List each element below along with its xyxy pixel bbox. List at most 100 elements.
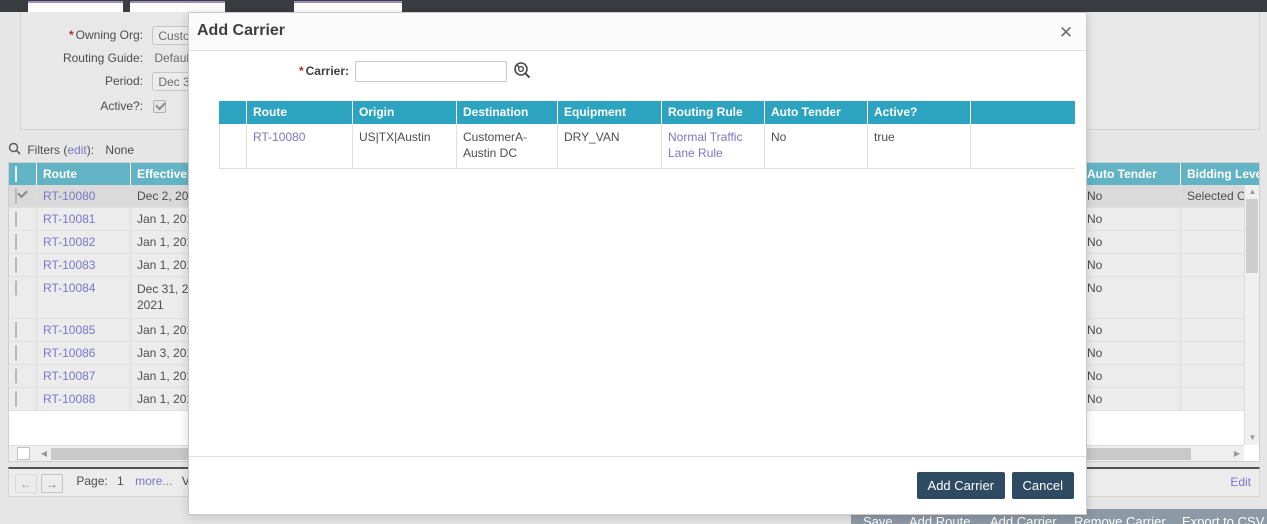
modal-row-route-cell[interactable]: RT-10080 [247, 124, 353, 169]
add-carrier-dialog: Add Carrier ✕ * Carrier: Route Origin De… [188, 12, 1087, 515]
grid-vertical-scroll-thumb[interactable] [1246, 199, 1258, 273]
filters-edit-link[interactable]: edit [67, 143, 86, 157]
grid-vertical-scrollbar[interactable]: ▲ ▼ [1244, 185, 1259, 445]
row-checkbox[interactable] [15, 211, 17, 227]
modal-header-destination[interactable]: Destination [457, 101, 558, 124]
route-link[interactable]: RT-10082 [43, 235, 95, 249]
required-star: * [298, 63, 304, 78]
arrow-left-icon[interactable]: ← [15, 474, 37, 493]
filters-value: None [105, 143, 135, 157]
grid-corner-box[interactable] [9, 445, 37, 461]
modal-header-equipment[interactable]: Equipment [558, 101, 662, 124]
row-route-cell[interactable]: RT-10088 [37, 388, 131, 410]
row-route-cell[interactable]: RT-10080 [37, 185, 131, 207]
carrier-input[interactable] [355, 61, 507, 82]
modal-row-spacer-cell [971, 124, 1075, 169]
routing-rule-link[interactable]: Normal Traffic Lane Rule [668, 130, 742, 160]
row-select-cell[interactable] [9, 185, 37, 207]
route-link[interactable]: RT-10083 [43, 258, 95, 272]
dialog-add-carrier-button[interactable]: Add Carrier [916, 472, 1005, 499]
required-star: * [68, 28, 74, 42]
dialog-header: Add Carrier ✕ [189, 13, 1086, 51]
carrier-table-header: Route Origin Destination Equipment Routi… [219, 101, 1075, 124]
search-picker-icon[interactable] [513, 61, 531, 82]
row-auto-tender-cell: No [1081, 365, 1181, 387]
grid-header-select-all[interactable] [9, 163, 37, 185]
row-select-cell[interactable] [9, 342, 37, 364]
row-checkbox[interactable] [15, 188, 17, 204]
row-auto-tender-cell: No [1081, 319, 1181, 341]
row-route-cell[interactable]: RT-10087 [37, 365, 131, 387]
route-link[interactable]: RT-10086 [43, 346, 95, 360]
row-select-cell[interactable] [9, 319, 37, 341]
row-select-cell[interactable] [9, 365, 37, 387]
row-route-cell[interactable]: RT-10086 [37, 342, 131, 364]
row-checkbox[interactable] [15, 280, 17, 296]
table-row[interactable]: RT-10080 US|TX|Austin CustomerA-Austin D… [219, 124, 1075, 169]
route-link[interactable]: RT-10080 [43, 189, 95, 203]
application-window: *Owning Org: CustomerA Routing Guide: De… [0, 0, 1267, 524]
row-route-cell[interactable]: RT-10081 [37, 208, 131, 230]
row-route-cell[interactable]: RT-10082 [37, 231, 131, 253]
modal-header-auto-tender[interactable]: Auto Tender [765, 101, 868, 124]
filters-label: Filters [27, 143, 61, 157]
active-checkbox[interactable] [153, 100, 167, 114]
route-link[interactable]: RT-10087 [43, 369, 95, 383]
grid-header-bidding-level[interactable]: Bidding Level [1181, 163, 1259, 185]
grid-header-auto-tender[interactable]: Auto Tender [1081, 163, 1181, 185]
carrier-label-text: Carrier: [305, 63, 349, 78]
route-link[interactable]: RT-10080 [253, 130, 305, 144]
row-checkbox[interactable] [15, 322, 17, 338]
tab-3-active[interactable] [294, 1, 402, 12]
modal-row-active-cell: true [868, 124, 971, 169]
route-link[interactable]: RT-10088 [43, 392, 95, 406]
top-tab-bar [0, 0, 1267, 12]
page-label: Page: [76, 474, 108, 488]
row-select-cell[interactable] [9, 208, 37, 230]
tab-2[interactable] [130, 1, 225, 12]
row-select-cell[interactable] [9, 388, 37, 410]
page-number: 1 [117, 474, 124, 488]
modal-header-active[interactable]: Active? [868, 101, 971, 124]
route-link[interactable]: RT-10085 [43, 323, 95, 337]
export-to-csv-button[interactable]: Export to CSV [1170, 509, 1267, 524]
row-checkbox[interactable] [15, 257, 17, 273]
row-checkbox[interactable] [15, 391, 17, 407]
modal-header-routing-rule[interactable]: Routing Rule [662, 101, 765, 124]
scroll-right-icon[interactable]: ▶ [1230, 446, 1244, 461]
modal-header-route[interactable]: Route [247, 101, 353, 124]
scroll-up-icon[interactable]: ▲ [1245, 185, 1259, 199]
row-route-cell[interactable]: RT-10085 [37, 319, 131, 341]
dialog-body: * Carrier: Route Origin Destination Equip… [189, 51, 1086, 456]
row-select-cell[interactable] [9, 231, 37, 253]
corner-checkbox[interactable] [16, 447, 30, 460]
scroll-left-icon[interactable]: ◀ [37, 446, 51, 461]
close-icon[interactable]: ✕ [1056, 23, 1076, 43]
dialog-footer: Add Carrier Cancel [189, 456, 1086, 514]
row-route-cell[interactable]: RT-10083 [37, 254, 131, 276]
row-checkbox[interactable] [15, 345, 17, 361]
modal-header-origin[interactable]: Origin [353, 101, 457, 124]
modal-row-auto-tender-cell: No [765, 124, 868, 169]
scroll-down-icon[interactable]: ▼ [1245, 431, 1259, 445]
route-link[interactable]: RT-10084 [43, 281, 95, 295]
modal-header-spacer [971, 101, 1075, 124]
row-auto-tender-cell: No [1081, 277, 1181, 319]
select-all-checkbox[interactable] [15, 166, 17, 182]
modal-row-destination-cell: CustomerA-Austin DC [457, 124, 558, 169]
arrow-right-icon[interactable]: → [41, 474, 63, 493]
tab-1[interactable] [28, 1, 123, 12]
row-auto-tender-cell: No [1081, 342, 1181, 364]
pager-edit-link[interactable]: Edit [1230, 475, 1251, 489]
row-route-cell[interactable]: RT-10084 [37, 277, 131, 319]
row-select-cell[interactable] [9, 277, 37, 319]
row-checkbox[interactable] [15, 368, 17, 384]
row-checkbox[interactable] [15, 234, 17, 250]
dialog-cancel-button[interactable]: Cancel [1011, 472, 1074, 499]
route-link[interactable]: RT-10081 [43, 212, 95, 226]
modal-row-routing-rule-cell[interactable]: Normal Traffic Lane Rule [662, 124, 765, 169]
grid-header-route[interactable]: Route [37, 163, 131, 185]
modal-row-select-cell[interactable] [219, 124, 247, 169]
row-select-cell[interactable] [9, 254, 37, 276]
page-more-link[interactable]: more... [135, 474, 172, 488]
